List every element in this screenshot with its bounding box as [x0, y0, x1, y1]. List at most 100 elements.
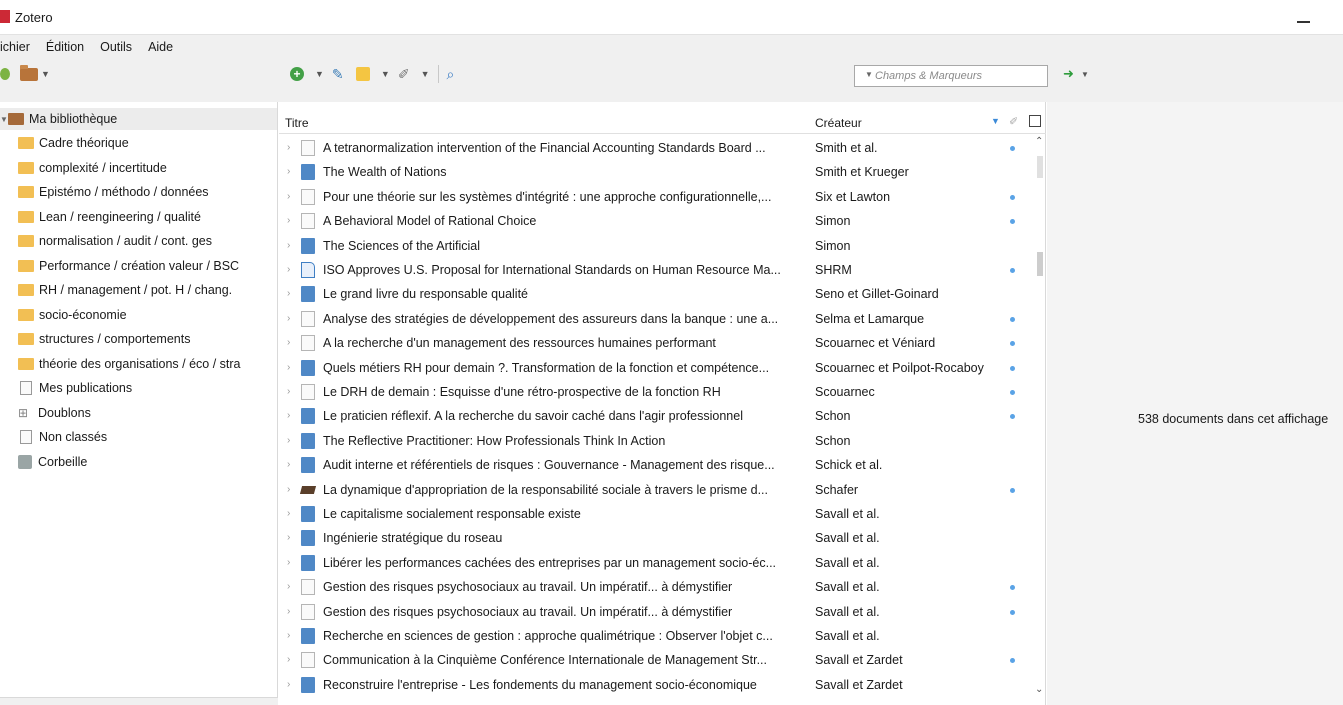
search-field[interactable]: ▼ [854, 65, 1048, 87]
chevron-right-icon[interactable]: › [287, 313, 290, 324]
table-row[interactable]: › Le DRH de demain : Esquisse d'une rétro… [279, 380, 1037, 404]
horizontal-scrollbar[interactable] [0, 697, 278, 705]
collection-item[interactable]: théorie des organisations / éco / stra [18, 353, 241, 375]
chevron-right-icon[interactable]: › [287, 240, 290, 251]
menu-edition[interactable]: Édition [46, 40, 84, 54]
chevron-right-icon[interactable]: › [287, 166, 290, 177]
duplicates-item[interactable]: ⊞ Doublons [18, 402, 91, 424]
chevron-right-icon[interactable]: › [287, 410, 290, 421]
chevron-down-icon[interactable]: ▼ [0, 115, 8, 124]
table-row[interactable]: › Le grand livre du responsable qualité Se… [279, 282, 1037, 306]
chevron-right-icon[interactable]: › [287, 557, 290, 568]
table-row[interactable]: › A tetranormalization intervention of th… [279, 136, 1037, 160]
menu-aide[interactable]: Aide [148, 40, 173, 54]
attachment-dot-icon[interactable] [1010, 585, 1015, 591]
chevron-right-icon[interactable]: › [287, 606, 290, 617]
table-row[interactable]: › The Reflective Practitioner: How Profes… [279, 429, 1037, 453]
table-row[interactable]: › Gestion des risques psychosociaux au tr… [279, 575, 1037, 599]
attachment-dot-icon[interactable] [1010, 487, 1015, 493]
library-root[interactable]: ▼ Ma bibliothèque [0, 108, 277, 130]
chevron-right-icon[interactable]: › [287, 215, 290, 226]
unfiled-item[interactable]: Non classés [18, 426, 107, 448]
table-row[interactable]: › Libérer les performances cachées des en… [279, 551, 1037, 575]
attachment-dot-icon[interactable] [1010, 390, 1015, 395]
chevron-down-icon[interactable]: ▼ [315, 69, 324, 79]
chevron-right-icon[interactable]: › [287, 532, 290, 543]
attachment-dot-icon[interactable] [1010, 268, 1015, 273]
table-row[interactable]: › Gestion des risques psychosociaux au tr… [279, 600, 1037, 624]
collection-item[interactable]: normalisation / audit / cont. ges [18, 230, 212, 252]
chevron-right-icon[interactable]: › [287, 191, 290, 202]
locate-arrow-icon[interactable]: ➜ [1063, 66, 1074, 82]
table-row[interactable]: › Reconstruire l'entreprise - Les fondeme… [279, 673, 1037, 697]
collection-item[interactable]: Cadre théorique [18, 132, 129, 154]
add-by-identifier-icon[interactable]: ✎ [332, 66, 348, 82]
advanced-search-icon[interactable]: ⌕ [447, 66, 455, 82]
table-row[interactable]: › The Sciences of the Artificial Simon [279, 234, 1037, 258]
menu-outils[interactable]: Outils [100, 40, 132, 54]
collection-item[interactable]: socio-économie [18, 304, 127, 326]
table-row[interactable]: › Recherche en sciences de gestion : appr… [279, 624, 1037, 648]
column-creator-header[interactable]: Créateur [815, 116, 862, 130]
table-row[interactable]: › The Wealth of Nations Smith et Krueger [279, 160, 1037, 184]
chevron-right-icon[interactable]: › [287, 630, 290, 641]
attachment-dot-icon[interactable] [1010, 365, 1015, 371]
new-note-icon[interactable] [355, 67, 370, 81]
chevron-right-icon[interactable]: › [287, 142, 290, 153]
collection-item[interactable]: Performance / création valeur / BSC [18, 255, 239, 277]
chevron-down-icon[interactable]: ▼ [421, 69, 430, 79]
attachment-dot-icon[interactable] [1010, 609, 1015, 615]
table-row[interactable]: › La dynamique d'appropriation de la resp… [279, 478, 1037, 502]
table-row[interactable]: › Analyse des stratégies de développement… [279, 307, 1037, 331]
sort-descending-icon[interactable]: ▼ [991, 116, 1000, 126]
vertical-scrollbar[interactable]: ⌃ ⌄ [1034, 136, 1046, 705]
chevron-right-icon[interactable]: › [287, 508, 290, 519]
chevron-right-icon[interactable]: › [287, 337, 290, 348]
collection-item[interactable]: structures / comportements [18, 328, 190, 350]
table-row[interactable]: › A Behavioral Model of Rational Choice Si… [279, 209, 1037, 233]
new-library-folder-icon[interactable] [20, 64, 38, 81]
new-collection-icon[interactable] [0, 68, 10, 80]
attachment-dot-icon[interactable] [1010, 194, 1015, 200]
collection-item[interactable]: RH / management / pot. H / chang. [18, 279, 232, 301]
collection-item[interactable]: complexité / incertitude [18, 157, 167, 179]
chevron-right-icon[interactable]: › [287, 679, 290, 690]
table-row[interactable]: › Communication à la Cinquième Conférence… [279, 648, 1037, 672]
table-row[interactable]: › A la recherche d'un management des ress… [279, 331, 1037, 355]
search-input[interactable] [875, 68, 1043, 84]
chevron-right-icon[interactable]: › [287, 264, 290, 275]
chevron-right-icon[interactable]: › [287, 288, 290, 299]
table-row[interactable]: › Le capitalisme socialement responsable … [279, 502, 1037, 526]
table-row[interactable]: › Quels métiers RH pour demain ?. Transfo… [279, 356, 1037, 380]
attachment-dot-icon[interactable] [1010, 316, 1015, 322]
chevron-right-icon[interactable]: › [287, 654, 290, 665]
new-item-icon[interactable]: + [290, 67, 304, 81]
chevron-down-icon[interactable]: ▼ [41, 69, 50, 79]
scrollbar-thumb[interactable] [1037, 252, 1043, 276]
table-row[interactable]: › Audit interne et référentiels de risque… [279, 453, 1037, 477]
minimize-button[interactable] [1293, 6, 1315, 28]
search-mode-chevron-icon[interactable]: ▼ [865, 70, 873, 79]
chevron-right-icon[interactable]: › [287, 386, 290, 397]
chevron-down-icon[interactable]: ▼ [381, 69, 390, 79]
table-row[interactable]: › Pour une théorie sur les systèmes d'int… [279, 185, 1037, 209]
attachment-dot-icon[interactable] [1010, 219, 1015, 225]
attachment-icon[interactable]: ✐ [398, 66, 410, 82]
chevron-right-icon[interactable]: › [287, 581, 290, 592]
column-title-header[interactable]: Titre [285, 116, 309, 130]
attachment-dot-icon[interactable] [1010, 414, 1015, 420]
chevron-right-icon[interactable]: › [287, 484, 290, 495]
attachment-dot-icon[interactable] [1010, 146, 1015, 151]
column-picker-icon[interactable] [1029, 115, 1041, 127]
trash-item[interactable]: Corbeille [18, 451, 87, 473]
scroll-down-icon[interactable]: ⌄ [1035, 684, 1043, 695]
table-row[interactable]: › Ingénierie stratégique du roseau Savall … [279, 526, 1037, 550]
attachment-dot-icon[interactable] [1010, 658, 1015, 664]
table-row[interactable]: › ISO Approves U.S. Proposal for Internat… [279, 258, 1037, 282]
chevron-down-icon[interactable]: ▼ [1081, 70, 1089, 79]
attachment-dot-icon[interactable] [1010, 341, 1015, 347]
table-row[interactable]: › Le praticien réflexif. A la recherche d… [279, 404, 1037, 428]
my-publications-item[interactable]: Mes publications [18, 377, 132, 399]
scroll-up-icon[interactable]: ⌃ [1035, 136, 1043, 147]
chevron-right-icon[interactable]: › [287, 459, 290, 470]
